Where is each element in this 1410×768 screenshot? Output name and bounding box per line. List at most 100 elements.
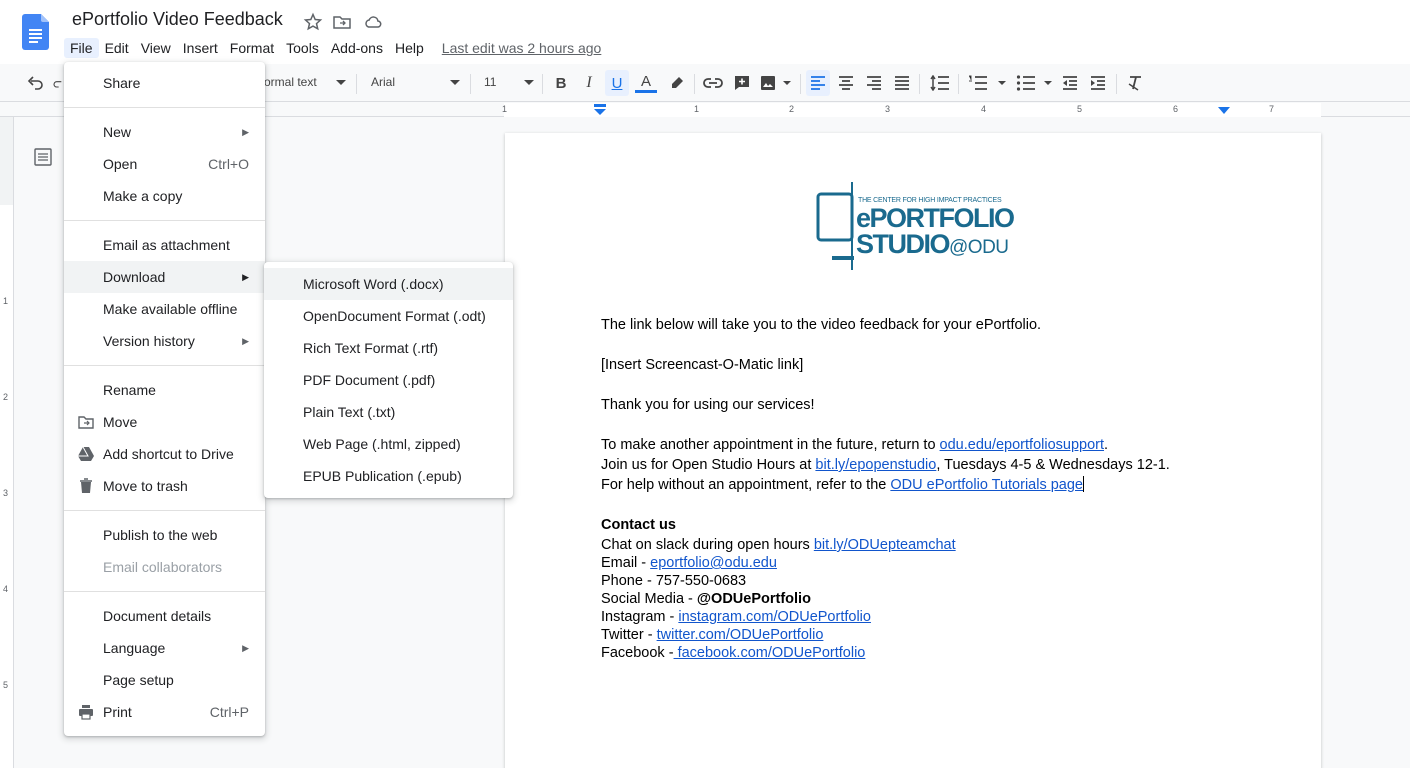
- submenu-arrow-icon: ▶: [242, 271, 249, 282]
- contact-heading[interactable]: Contact us: [601, 516, 676, 534]
- menu-item-move[interactable]: Move: [64, 406, 265, 438]
- facebook-link[interactable]: facebook.com/ODUePortfolio: [674, 645, 866, 661]
- menu-item-page-setup[interactable]: Page setup: [64, 664, 265, 696]
- align-right-icon[interactable]: [863, 72, 885, 94]
- download-html[interactable]: Web Page (.html, zipped): [264, 428, 513, 460]
- right-indent-marker-icon[interactable]: [1217, 106, 1231, 115]
- italic-icon[interactable]: I: [580, 72, 598, 94]
- menu-bar: File Edit View Insert Format Tools Add-o…: [64, 37, 601, 59]
- menu-help[interactable]: Help: [389, 38, 430, 58]
- doc-line[interactable]: Phone - 757-550-0683: [601, 572, 746, 590]
- doc-paragraph[interactable]: To make another appointment in the futur…: [601, 436, 1108, 454]
- menu-insert[interactable]: Insert: [177, 38, 224, 58]
- menu-item-language[interactable]: Language ▶: [64, 632, 265, 664]
- download-epub[interactable]: EPUB Publication (.epub): [264, 460, 513, 492]
- submenu-arrow-icon: ▶: [242, 126, 249, 137]
- doc-line[interactable]: Social Media - @ODUePortfolio: [601, 590, 811, 608]
- menu-item-move-to-trash[interactable]: Move to trash: [64, 470, 265, 502]
- font-select[interactable]: Arial: [371, 75, 395, 89]
- menu-item-version-history[interactable]: Version history ▶: [64, 325, 265, 357]
- download-pdf[interactable]: PDF Document (.pdf): [264, 364, 513, 396]
- doc-paragraph[interactable]: [Insert Screencast-O-Matic link]: [601, 356, 803, 374]
- decrease-indent-icon[interactable]: [1059, 72, 1081, 94]
- bold-icon[interactable]: B: [552, 72, 570, 94]
- download-odt[interactable]: OpenDocument Format (.odt): [264, 300, 513, 332]
- doc-line[interactable]: Chat on slack during open hours bit.ly/O…: [601, 536, 956, 554]
- menu-item-open[interactable]: Open Ctrl+O: [64, 148, 265, 180]
- insert-comment-icon[interactable]: [731, 72, 753, 94]
- move-folder-icon[interactable]: [332, 12, 352, 32]
- support-link[interactable]: odu.edu/eportfoliosupport: [940, 437, 1104, 453]
- download-submenu: Microsoft Word (.docx) OpenDocument Form…: [264, 262, 513, 498]
- style-dropdown-arrow-icon[interactable]: [334, 72, 348, 94]
- font-dropdown-arrow-icon[interactable]: [448, 72, 462, 94]
- menu-tools[interactable]: Tools: [280, 38, 325, 58]
- undo-icon[interactable]: [26, 72, 46, 94]
- menu-view[interactable]: View: [135, 38, 177, 58]
- font-size-select[interactable]: 11: [484, 75, 496, 89]
- last-edit-link[interactable]: Last edit was 2 hours ago: [442, 40, 602, 56]
- menu-item-publish[interactable]: Publish to the web: [64, 519, 265, 551]
- numbered-list-icon[interactable]: [967, 72, 1007, 94]
- menu-format[interactable]: Format: [224, 38, 280, 58]
- clear-formatting-icon[interactable]: [1124, 72, 1146, 94]
- open-studio-link[interactable]: bit.ly/epopenstudio: [815, 457, 936, 473]
- doc-line[interactable]: Instagram - instagram.com/ODUePortfolio: [601, 608, 871, 626]
- insert-link-icon[interactable]: [702, 72, 724, 94]
- menu-item-rename[interactable]: Rename: [64, 374, 265, 406]
- download-docx[interactable]: Microsoft Word (.docx): [264, 268, 513, 300]
- monitor-logo-icon: [816, 182, 854, 270]
- vruler-number: 1: [3, 296, 9, 306]
- menu-item-email-attachment[interactable]: Email as attachment: [64, 229, 265, 261]
- doc-line[interactable]: Facebook - facebook.com/ODUePortfolio: [601, 644, 865, 662]
- doc-paragraph[interactable]: Thank you for using our services!: [601, 396, 815, 414]
- document-outline-icon[interactable]: [34, 148, 52, 166]
- menu-item-offline[interactable]: Make available offline: [64, 293, 265, 325]
- docs-logo-icon[interactable]: [22, 14, 49, 50]
- menu-item-download[interactable]: Download ▶: [64, 261, 265, 293]
- email-link[interactable]: eportfolio@odu.edu: [650, 555, 777, 571]
- menu-item-add-shortcut[interactable]: Add shortcut to Drive: [64, 438, 265, 470]
- redo-icon[interactable]: [52, 72, 64, 94]
- menu-item-share[interactable]: Share: [64, 67, 265, 99]
- increase-indent-icon[interactable]: [1087, 72, 1109, 94]
- menu-item-make-copy[interactable]: Make a copy: [64, 180, 265, 212]
- doc-paragraph[interactable]: The link below will take you to the vide…: [601, 316, 1041, 334]
- align-center-icon[interactable]: [835, 72, 857, 94]
- star-icon[interactable]: [303, 12, 323, 32]
- submenu-arrow-icon: ▶: [242, 642, 249, 653]
- tutorials-link[interactable]: ODU ePortfolio Tutorials page: [890, 477, 1083, 493]
- justify-icon[interactable]: [891, 72, 913, 94]
- twitter-link[interactable]: twitter.com/ODUePortfolio: [657, 627, 824, 643]
- download-txt[interactable]: Plain Text (.txt): [264, 396, 513, 428]
- drive-shortcut-icon: [78, 446, 94, 461]
- doc-line[interactable]: Email - eportfolio@odu.edu: [601, 554, 777, 572]
- cloud-status-icon[interactable]: [363, 12, 383, 32]
- style-select[interactable]: ormal text: [264, 75, 317, 89]
- menu-item-document-details[interactable]: Document details: [64, 600, 265, 632]
- text-color-icon[interactable]: A: [634, 72, 658, 94]
- menu-edit[interactable]: Edit: [99, 38, 135, 58]
- vruler-number: 4: [3, 584, 9, 594]
- insert-image-icon[interactable]: [758, 72, 794, 94]
- line-spacing-icon[interactable]: [928, 72, 952, 94]
- instagram-link[interactable]: instagram.com/ODUePortfolio: [678, 609, 871, 625]
- align-left-icon[interactable]: [806, 70, 830, 96]
- document-title[interactable]: ePortfolio Video Feedback: [72, 9, 283, 30]
- menu-item-print[interactable]: Print Ctrl+P: [64, 696, 265, 728]
- size-dropdown-arrow-icon[interactable]: [522, 72, 536, 94]
- bulleted-list-icon[interactable]: [1015, 72, 1055, 94]
- vruler-number: 5: [3, 680, 9, 690]
- menu-addons[interactable]: Add-ons: [325, 38, 389, 58]
- left-indent-marker-icon[interactable]: [593, 104, 607, 116]
- highlight-icon[interactable]: [666, 72, 688, 94]
- download-rtf[interactable]: Rich Text Format (.rtf): [264, 332, 513, 364]
- doc-paragraph[interactable]: Join us for Open Studio Hours at bit.ly/…: [601, 456, 1170, 474]
- menu-file[interactable]: File: [64, 38, 99, 58]
- slack-link[interactable]: bit.ly/ODUepteamchat: [814, 537, 956, 553]
- menu-item-new[interactable]: New ▶: [64, 116, 265, 148]
- doc-paragraph[interactable]: For help without an appointment, refer t…: [601, 476, 1084, 494]
- text-cursor: [1083, 476, 1084, 492]
- underline-icon[interactable]: U: [605, 70, 629, 96]
- doc-line[interactable]: Twitter - twitter.com/ODUePortfolio: [601, 626, 823, 644]
